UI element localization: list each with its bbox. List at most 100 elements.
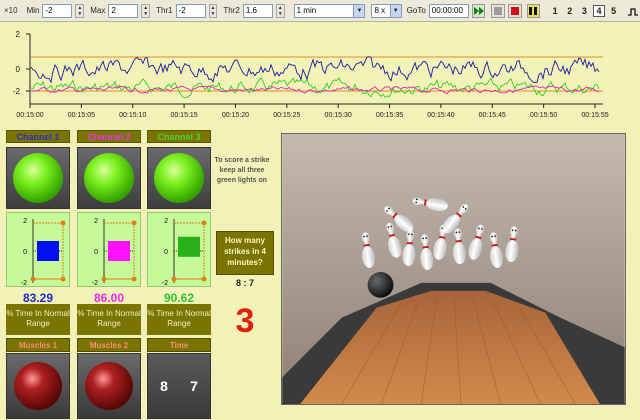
green-light-icon [154,153,204,203]
toolbar: ×10 Min ▲▼ Max ▲▼ Thr1 ▲▼ Thr2 ▲▼ 1 min … [0,0,640,22]
channel-2-percent: 86.00 [93,291,125,305]
timebase-value: 1 min [296,5,317,15]
record-button[interactable] [508,3,522,18]
plot-tick-label: 0 [23,249,27,256]
fast-forward-button[interactable] [471,3,486,18]
pause-icon [529,6,538,15]
limit-marker [30,276,36,282]
step-chart-icon [628,7,639,16]
channel-3-button[interactable]: 3 [579,6,591,16]
y-tick-label: 2 [16,30,21,39]
plot-tick-label: -2 [21,280,27,287]
channel-3-percent: 90.62 [163,291,195,305]
score-ratio: 8 : 7 [235,278,254,288]
thr1-input[interactable] [175,3,206,18]
channel-1-button[interactable]: 1 [549,6,561,16]
x-tick-label: 00:15:00 [16,112,43,119]
min-input[interactable] [42,3,73,18]
plot-tick-label: 2 [94,218,98,225]
bowling-scene [281,133,626,405]
thr1-spinner[interactable]: ▲ ▼ [208,3,218,18]
red-light-icon [14,362,62,410]
signal-traces [30,56,600,99]
thr2-spinner[interactable]: ▲ ▼ [275,3,285,18]
muscles-2-title: Muscles 2 [77,338,141,352]
channel-2-title: Channel 2 [77,130,141,143]
channel-3-title: Channel 3 [147,130,211,143]
instruction-text: To score a strike keep all three green l… [214,157,270,184]
strike-count: 3 [235,302,255,340]
timebase-select[interactable]: 1 min ▼ [293,3,366,18]
x-tick-label: 00:15:50 [530,112,557,119]
green-light-icon [13,153,63,203]
bowling-ball [367,271,394,298]
max-spinner[interactable]: ▲ ▼ [141,3,151,18]
channel-2-percent-caption: % Time In Normal Range [77,304,141,335]
channel-4-button[interactable]: 4 [593,4,605,17]
x-tick-label: 00:15:35 [376,112,403,119]
goto-input[interactable] [428,3,469,18]
channel-3-plot-svg: 2 0 -2 [162,218,207,287]
x-tick-label: 00:15:05 [68,112,95,119]
time-right-value: 7 [190,378,198,394]
channel-1-percent-caption: % Time In Normal Range [6,304,70,335]
channel-3-percent-caption: % Time In Normal Range [147,304,211,335]
limit-marker [171,276,177,282]
channel-2-plot-svg: 2 0 -2 [92,218,137,287]
signal-graph: 2 0 -2 00:15:00 00:15:05 00:15:10 00:15:15 0… [13,30,609,119]
channel-2-button[interactable]: 2 [564,6,576,16]
chevron-down-icon: ▼ [389,4,401,17]
goto-label: GoTo [406,6,426,15]
limit-marker [201,276,207,282]
stop-icon [494,6,503,15]
red-light-icon [85,362,133,410]
time-left-value: 8 [160,378,168,394]
stop-button[interactable] [491,3,506,18]
thr2-input[interactable] [242,3,273,18]
plot-tick-label: 2 [164,218,168,225]
time-axis-ticks: 00:15:00 00:15:05 00:15:10 00:15:15 00:15:20… [16,104,609,119]
step-button[interactable] [626,4,640,18]
green-light-icon [84,153,134,203]
limit-marker [201,220,207,226]
fast-forward-icon [473,6,484,15]
x-tick-label: 00:15:25 [273,112,300,119]
time-display: 8 7 [147,353,211,419]
channel-1-level-plot: 2 0 -2 [6,212,70,287]
x-tick-label: 00:15:10 [119,112,146,119]
plot-tick-label: -2 [162,280,168,287]
speed-select[interactable]: 8 x ▼ [371,3,402,18]
channel-2-level-bar [108,241,130,261]
channel-1-trace [30,56,600,84]
x-tick-label: 00:15:55 [581,112,608,119]
channel-1-level-bar [37,241,59,261]
channel-3-level-plot: 2 0 -2 [147,212,211,287]
channel-3-level-bar [178,236,200,257]
x-tick-label: 00:15:20 [222,112,249,119]
zoom-label: ×10 [4,6,18,15]
record-icon [510,6,519,15]
channel-2-light [77,147,141,209]
x-tick-label: 00:15:15 [170,112,197,119]
thr2-label: Thr2 [223,6,240,15]
min-spinner[interactable]: ▲ ▼ [75,3,85,18]
muscles-1-title: Muscles 1 [6,338,70,352]
max-input[interactable] [108,3,139,18]
min-label: Min [26,6,40,15]
limit-marker [60,276,66,282]
limit-marker [131,276,137,282]
x-tick-label: 00:15:30 [325,112,352,119]
question-box: How many strikes in 4 minutes? [216,231,274,275]
chevron-down-icon: ▼ [353,4,365,17]
y-tick-label: -2 [13,87,21,96]
pause-button[interactable] [526,3,541,18]
x-tick-label: 00:15:40 [427,112,454,119]
limit-marker [101,276,107,282]
speed-value: 8 x [374,5,386,15]
channel-5-button[interactable]: 5 [608,6,620,16]
limit-marker [60,220,66,226]
channel-3-light [147,147,211,209]
limit-marker [131,220,137,226]
plot-tick-label: -2 [92,280,98,287]
plot-tick-label: 2 [23,218,27,225]
